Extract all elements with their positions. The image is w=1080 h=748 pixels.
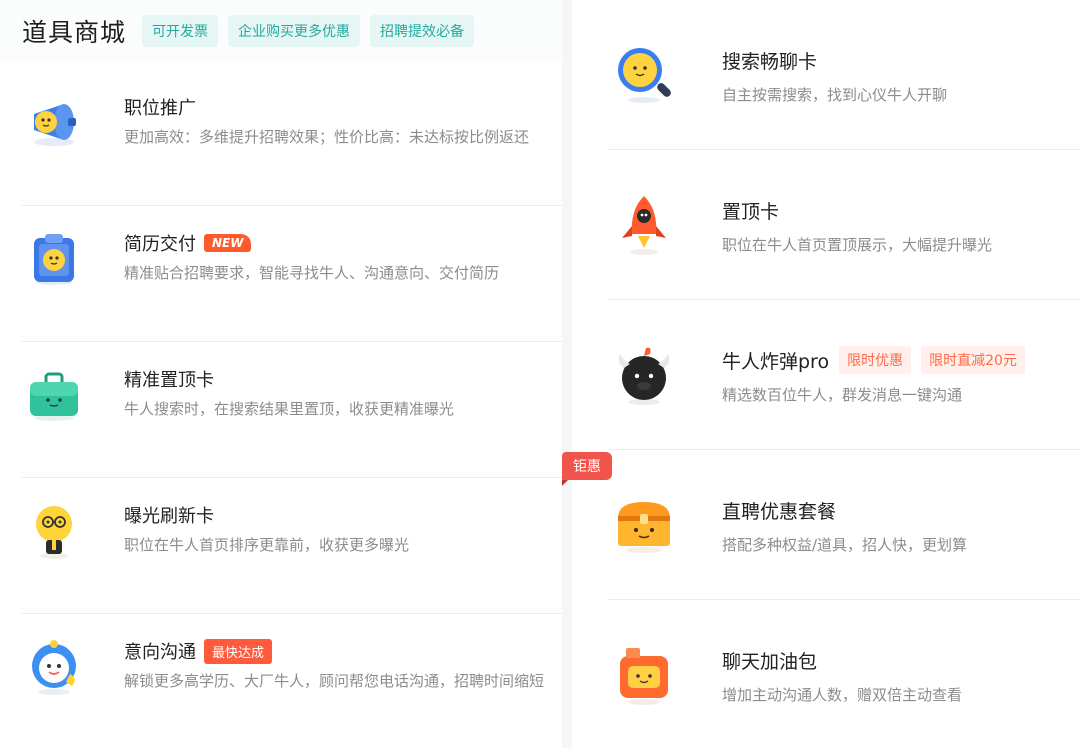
rocket-icon <box>612 192 676 256</box>
limited-offer-badge: 限时优惠 <box>839 346 912 374</box>
new-badge: NEW <box>204 234 252 252</box>
item-title: 简历交付 <box>124 234 196 255</box>
lightbulb-icon <box>24 500 84 560</box>
item-intent-communication[interactable]: 意向沟通 最快达成 解锁更多高学历、大厂牛人，顾问帮您电话沟通，招聘时间缩短 <box>0 614 562 748</box>
item-chat-fuel-pack[interactable]: 聊天加油包 增加主动沟通人数，赠双倍主动查看 <box>572 600 1080 748</box>
item-job-promotion[interactable]: 职位推广 更加高效：多维提升招聘效果；性价比高：未达标按比例返还 <box>0 70 562 206</box>
item-description: 精准贴合招聘要求，智能寻找牛人、沟通意向、交付简历 <box>124 264 500 282</box>
promo-ribbon: 钜惠 <box>562 452 612 486</box>
item-description: 精选数百位牛人，群发消息一键沟通 <box>722 386 963 404</box>
item-exposure-refresh-card[interactable]: 曝光刷新卡 职位在牛人首页排序更靠前，收获更多曝光 <box>0 478 562 614</box>
item-description: 牛人搜索时，在搜索结果里置顶，收获更精准曝光 <box>124 400 455 418</box>
item-precise-top-card[interactable]: 精准置顶卡 牛人搜索时，在搜索结果里置顶，收获更精准曝光 <box>0 342 562 478</box>
store-header: 道具商城 可开发票 企业购买更多优惠 招聘提效必备 <box>0 0 562 62</box>
treasure-chest-icon <box>612 492 676 556</box>
item-description: 搭配多种权益/道具，招人快，更划算 <box>722 536 968 554</box>
item-value-package[interactable]: 直聘优惠套餐 搭配多种权益/道具，招人快，更划算 <box>572 450 1080 600</box>
item-title: 精准置顶卡 <box>124 370 214 391</box>
tag-enterprise-discount: 企业购买更多优惠 <box>228 15 361 47</box>
item-title: 聊天加油包 <box>722 650 818 673</box>
item-description: 职位在牛人首页排序更靠前，收获更多曝光 <box>124 536 410 554</box>
left-panel: 道具商城 可开发票 企业购买更多优惠 招聘提效必备 职位推广 更加高效：多维提升… <box>0 0 562 748</box>
item-search-chat-card[interactable]: 搜索畅聊卡 自主按需搜索，找到心仪牛人开聊 <box>572 0 1080 150</box>
item-title: 曝光刷新卡 <box>124 506 214 527</box>
page-title: 道具商城 <box>22 18 127 47</box>
item-title: 搜索畅聊卡 <box>722 50 818 73</box>
item-description: 增加主动沟通人数，赠双倍主动查看 <box>722 686 963 704</box>
discount-badge: 限时直减20元 <box>921 346 1025 374</box>
item-resume-delivery[interactable]: 简历交付 NEW 精准贴合招聘要求，智能寻找牛人、沟通意向、交付简历 <box>0 206 562 342</box>
item-description: 职位在牛人首页置顶展示，大幅提升曝光 <box>722 236 993 254</box>
magnifier-icon <box>612 42 676 106</box>
item-title: 牛人炸弹pro <box>722 350 830 373</box>
item-bull-bomb-pro[interactable]: 牛人炸弹pro 限时优惠 限时直减20元 精选数百位牛人，群发消息一键沟通 <box>572 300 1080 450</box>
item-title: 置顶卡 <box>722 200 780 223</box>
item-title: 直聘优惠套餐 <box>722 500 837 523</box>
clipboard-icon <box>24 228 84 288</box>
briefcase-icon <box>24 364 84 424</box>
item-description: 自主按需搜索，找到心仪牛人开聊 <box>722 86 948 104</box>
item-description: 更加高效：多维提升招聘效果；性价比高：未达标按比例返还 <box>124 128 530 146</box>
phone-mascot-icon <box>24 636 84 696</box>
fastest-badge: 最快达成 <box>204 638 273 664</box>
bull-bomb-icon <box>612 342 676 406</box>
tag-efficiency: 招聘提效必备 <box>370 15 475 47</box>
item-top-card[interactable]: 置顶卡 职位在牛人首页置顶展示，大幅提升曝光 <box>572 150 1080 300</box>
fuel-can-icon <box>612 642 676 706</box>
tag-invoice: 可开发票 <box>142 15 219 47</box>
item-title: 职位推广 <box>124 98 196 119</box>
panel-gutter <box>562 0 572 748</box>
megaphone-icon <box>24 92 84 152</box>
right-panel: 搜索畅聊卡 自主按需搜索，找到心仪牛人开聊 置顶卡 职位在牛人首页置顶展示，大幅… <box>572 0 1080 748</box>
item-title: 意向沟通 <box>124 642 196 663</box>
item-description: 解锁更多高学历、大厂牛人，顾问帮您电话沟通，招聘时间缩短 <box>124 672 545 690</box>
